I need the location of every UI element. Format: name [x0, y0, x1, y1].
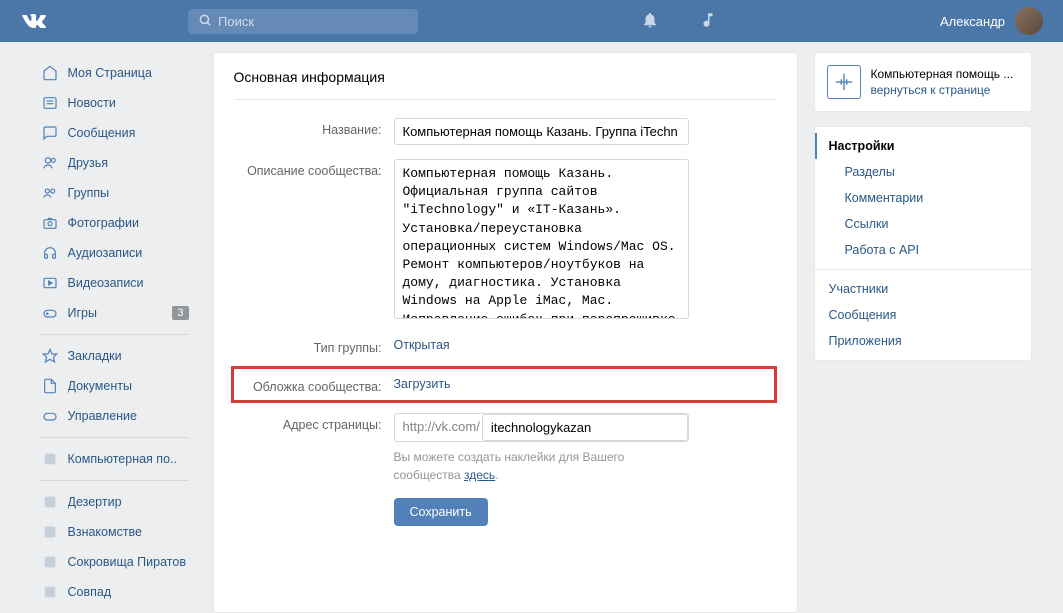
stickers-hint: Вы можете создать наклейки для Вашего со… — [394, 448, 694, 484]
url-field[interactable]: http://vk.com/ — [394, 413, 689, 442]
message-icon — [40, 123, 60, 143]
settings-nav-settings[interactable]: Настройки — [815, 133, 1031, 159]
type-dropdown[interactable]: Открытая — [394, 336, 450, 352]
nav-photos[interactable]: Фотографии — [32, 208, 197, 238]
video-icon — [40, 273, 60, 293]
nav-manage[interactable]: Управление — [32, 401, 197, 431]
cover-upload-link[interactable]: Загрузить — [394, 375, 451, 391]
settings-content: Основная информация Название: Описание с… — [213, 52, 798, 613]
nav-bookmarks[interactable]: Закладки — [32, 341, 197, 371]
music-icon[interactable] — [699, 11, 717, 32]
settings-nav-sections[interactable]: Разделы — [815, 159, 1031, 185]
top-header: Александр — [0, 0, 1063, 42]
user-name[interactable]: Александр — [940, 14, 1005, 29]
search-icon — [198, 13, 212, 30]
nav-app-link[interactable]: Сокровища Пиратов — [32, 547, 197, 577]
news-icon — [40, 93, 60, 113]
nav-news[interactable]: Новости — [32, 88, 197, 118]
name-input[interactable] — [394, 118, 689, 145]
desc-textarea[interactable]: Компьютерная помощь Казань. Официальная … — [394, 159, 689, 319]
nav-app-link[interactable]: Взнакомстве — [32, 517, 197, 547]
settings-nav-api[interactable]: Работа с API — [815, 237, 1031, 263]
nav-groups[interactable]: Группы — [32, 178, 197, 208]
blank-icon — [40, 582, 60, 602]
groups-icon — [40, 183, 60, 203]
nav-separator — [40, 334, 189, 335]
nav-separator — [815, 269, 1031, 270]
desc-label: Описание сообщества: — [234, 159, 394, 322]
settings-nav: Настройки Разделы Комментарии Ссылки Раб… — [814, 126, 1032, 361]
notifications-icon[interactable] — [641, 11, 659, 32]
stickers-link[interactable]: здесь — [464, 468, 495, 482]
nav-separator — [40, 480, 189, 481]
friends-icon — [40, 153, 60, 173]
nav-friends[interactable]: Друзья — [32, 148, 197, 178]
settings-nav-apps[interactable]: Приложения — [815, 328, 1031, 354]
search-input[interactable] — [212, 14, 408, 29]
home-icon — [40, 63, 60, 83]
games-badge: 3 — [172, 306, 188, 320]
blank-icon — [40, 522, 60, 542]
type-label: Тип группы: — [234, 336, 394, 355]
nav-video[interactable]: Видеозаписи — [32, 268, 197, 298]
nav-separator — [40, 437, 189, 438]
blank-icon — [40, 552, 60, 572]
cover-row-highlight: Обложка сообщества: Загрузить — [231, 366, 777, 403]
community-header[interactable]: Компьютерная помощь ... вернуться к стра… — [814, 52, 1032, 112]
nav-games[interactable]: Игры3 — [32, 298, 197, 328]
nav-messages[interactable]: Сообщения — [32, 118, 197, 148]
url-label: Адрес страницы: — [234, 413, 394, 484]
settings-nav-links[interactable]: Ссылки — [815, 211, 1031, 237]
url-input[interactable] — [482, 414, 688, 441]
settings-nav-comments[interactable]: Комментарии — [815, 185, 1031, 211]
nav-my-page[interactable]: Моя Страница — [32, 58, 197, 88]
gamepad-icon — [40, 303, 60, 323]
vk-logo[interactable] — [20, 7, 48, 35]
blank-icon — [40, 449, 60, 469]
star-icon — [40, 346, 60, 366]
document-icon — [40, 376, 60, 396]
community-name: Компьютерная помощь ... — [871, 66, 1014, 82]
avatar[interactable] — [1015, 7, 1043, 35]
nav-app-link[interactable]: Совпад — [32, 577, 197, 607]
back-to-page-link[interactable]: вернуться к странице — [871, 82, 1014, 98]
nav-audio[interactable]: Аудиозаписи — [32, 238, 197, 268]
gamepad-icon — [40, 406, 60, 426]
cover-label: Обложка сообщества: — [234, 375, 394, 394]
settings-nav-members[interactable]: Участники — [815, 276, 1031, 302]
left-nav: Моя Страница Новости Сообщения Друзья Гр… — [32, 52, 197, 613]
nav-community-link[interactable]: Компьютерная по.. — [32, 444, 197, 474]
nav-documents[interactable]: Документы — [32, 371, 197, 401]
settings-nav-messages[interactable]: Сообщения — [815, 302, 1031, 328]
community-cover-icon — [827, 65, 861, 99]
nav-app-link[interactable]: Дезертир — [32, 487, 197, 517]
headphones-icon — [40, 243, 60, 263]
blank-icon — [40, 492, 60, 512]
name-label: Название: — [234, 118, 394, 145]
save-button[interactable]: Сохранить — [394, 498, 488, 526]
camera-icon — [40, 213, 60, 233]
search-box[interactable] — [188, 9, 418, 34]
page-title: Основная информация — [234, 69, 777, 100]
url-prefix: http://vk.com/ — [395, 414, 482, 441]
